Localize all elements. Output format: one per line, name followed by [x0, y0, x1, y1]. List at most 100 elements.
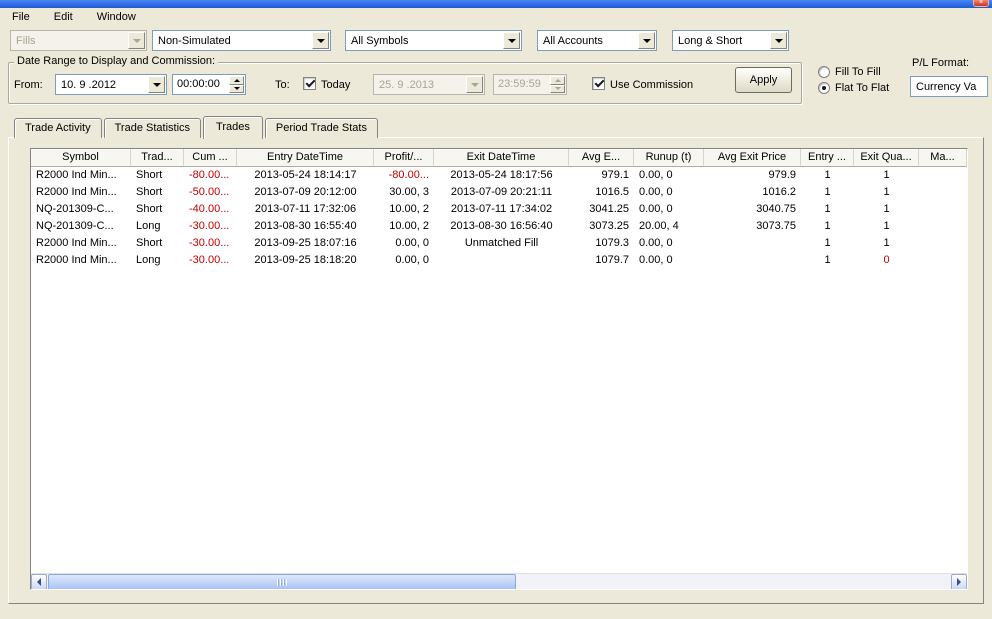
- column-header[interactable]: Avg E...: [569, 149, 634, 167]
- column-header[interactable]: Ma...: [919, 149, 967, 167]
- use-commission-checkbox[interactable]: [592, 77, 605, 90]
- column-header[interactable]: Entry ...: [801, 149, 854, 167]
- spin-down-icon: [550, 84, 565, 93]
- table-cell: 0.00, 0: [639, 254, 673, 266]
- column-header[interactable]: Cum ...: [184, 149, 237, 167]
- tab-trade-statistics[interactable]: Trade Statistics: [103, 118, 202, 138]
- table-cell: 2013-07-11 17:34:02: [450, 203, 553, 215]
- table-cell: 1: [883, 220, 890, 232]
- direction-combo-value: Long & Short: [678, 34, 743, 47]
- accounts-combo-value: All Accounts: [543, 34, 603, 47]
- table-cell: 2013-08-30 16:55:40: [254, 220, 357, 232]
- table-cell: 0.00, 0: [639, 186, 673, 198]
- from-date-picker[interactable]: 10. 9 .2012: [55, 74, 167, 95]
- table-cell: 979.9: [768, 169, 796, 181]
- menu-bar: File Edit Window: [4, 9, 152, 28]
- table-cell: 10.00, 2: [389, 220, 429, 232]
- flat-to-flat-radio[interactable]: [818, 82, 830, 94]
- table-cell: [434, 252, 569, 269]
- table-cell: R2000 Ind Min...: [36, 186, 117, 198]
- table-cell: 0: [883, 254, 890, 266]
- date-range-group-label: Date Range to Display and Commission:: [14, 55, 219, 67]
- column-header[interactable]: Exit DateTime: [434, 149, 569, 167]
- chevron-down-icon[interactable]: [770, 32, 787, 49]
- direction-combo[interactable]: Long & Short: [672, 30, 789, 51]
- app-window: × File Edit Window Fills Non-Simulated All…: [0, 0, 992, 619]
- horizontal-scrollbar[interactable]: [31, 573, 967, 589]
- chevron-down-icon[interactable]: [638, 32, 655, 49]
- table-cell: R2000 Ind Min...: [36, 169, 117, 181]
- table-cell: -30.00...: [189, 220, 230, 232]
- column-header[interactable]: Runup (t): [634, 149, 704, 167]
- table-cell: Long: [136, 220, 161, 232]
- chevron-down-icon[interactable]: [312, 32, 329, 49]
- trade-row[interactable]: R2000 Ind Min... Short -80.00... 2013-05-24…: [31, 167, 967, 184]
- table-cell: 1079.7: [595, 254, 629, 266]
- tab-trades[interactable]: Trades: [203, 116, 263, 139]
- table-cell: 3073.75: [756, 220, 796, 232]
- scroll-left-icon[interactable]: [31, 574, 47, 589]
- tab-period-trade-stats[interactable]: Period Trade Stats: [264, 118, 378, 138]
- table-cell: Short: [136, 237, 163, 249]
- column-header[interactable]: Entry DateTime: [237, 149, 374, 167]
- table-cell: 2013-07-09 20:21:11: [450, 186, 553, 198]
- spin-down-icon[interactable]: [229, 84, 244, 93]
- trade-row[interactable]: R2000 Ind Min... Short -30.00... 2013-09-25…: [31, 235, 967, 252]
- chevron-down-icon[interactable]: [503, 32, 520, 49]
- pl-format-label: P/L Format:: [912, 57, 970, 69]
- fills-combo: Fills: [10, 30, 147, 51]
- table-cell: 3041.25: [589, 203, 629, 215]
- table-cell: Unmatched Fill: [464, 237, 539, 249]
- chevron-down-icon[interactable]: [148, 76, 165, 93]
- apply-button[interactable]: Apply: [735, 67, 792, 93]
- column-header[interactable]: Profit/...: [374, 149, 434, 167]
- scroll-right-icon[interactable]: [951, 574, 967, 589]
- column-header[interactable]: Avg Exit Price: [704, 149, 801, 167]
- symbols-combo[interactable]: All Symbols: [345, 30, 522, 51]
- use-commission-label[interactable]: Use Commission: [610, 79, 693, 91]
- fill-to-fill-radio[interactable]: [818, 66, 830, 78]
- table-cell: 979.1: [601, 169, 629, 181]
- table-cell: 2013-05-24 18:17:56: [450, 169, 553, 181]
- table-cell: 0.00, 0: [639, 237, 673, 249]
- table-cell: [919, 201, 967, 218]
- today-checkbox[interactable]: [303, 77, 316, 90]
- table-cell: 2013-07-11 17:32:06: [254, 203, 357, 215]
- tab-strip: Trade Activity Trade Statistics Trades Peri…: [14, 115, 380, 139]
- today-checkbox-label[interactable]: Today: [321, 79, 350, 91]
- accounts-combo[interactable]: All Accounts: [537, 30, 657, 51]
- spin-up-icon: [550, 76, 565, 85]
- column-header[interactable]: Exit Qua...: [854, 149, 919, 167]
- trade-row[interactable]: NQ-201309-C... Long -30.00... 2013-08-30 16…: [31, 218, 967, 235]
- table-cell: R2000 Ind Min...: [36, 254, 117, 266]
- trade-row[interactable]: NQ-201309-C... Short -40.00... 2013-07-11 1…: [31, 201, 967, 218]
- fill-to-fill-label[interactable]: Fill To Fill: [835, 66, 881, 78]
- table-cell: Short: [136, 203, 163, 215]
- fills-combo-value: Fills: [16, 34, 36, 47]
- table-cell: 3073.25: [589, 220, 629, 232]
- title-bar: [0, 0, 992, 8]
- grid-header: Symbol Trad... Cum ... Entry DateTime Profit…: [31, 149, 967, 167]
- table-cell: 2013-07-09 20:12:00: [254, 186, 357, 198]
- flat-to-flat-label[interactable]: Flat To Flat: [835, 82, 889, 94]
- to-date-picker: 25. 9 .2013: [373, 74, 485, 95]
- table-cell: 1: [824, 169, 831, 181]
- from-time-field[interactable]: 00:00:00: [172, 74, 246, 95]
- column-header[interactable]: Symbol: [31, 149, 131, 167]
- scrollbar-thumb[interactable]: [48, 574, 516, 589]
- table-cell: 3040.75: [756, 203, 796, 215]
- spin-up-icon[interactable]: [229, 76, 244, 85]
- menu-file[interactable]: File: [4, 9, 38, 25]
- menu-window[interactable]: Window: [89, 9, 144, 25]
- trade-row[interactable]: R2000 Ind Min... Long -30.00... 2013-09-25 …: [31, 252, 967, 269]
- table-cell: 10.00, 2: [389, 203, 429, 215]
- column-header[interactable]: Trad...: [131, 149, 184, 167]
- pl-format-combo[interactable]: Currency Va: [910, 76, 988, 97]
- tab-trade-activity[interactable]: Trade Activity: [14, 118, 102, 138]
- table-cell: 0.00, 0: [639, 169, 673, 181]
- table-cell: 1: [824, 220, 831, 232]
- menu-edit[interactable]: Edit: [46, 9, 81, 25]
- close-button[interactable]: ×: [973, 0, 989, 7]
- simulation-mode-combo[interactable]: Non-Simulated: [152, 30, 331, 51]
- trade-row[interactable]: R2000 Ind Min... Short -50.00... 2013-07-09…: [31, 184, 967, 201]
